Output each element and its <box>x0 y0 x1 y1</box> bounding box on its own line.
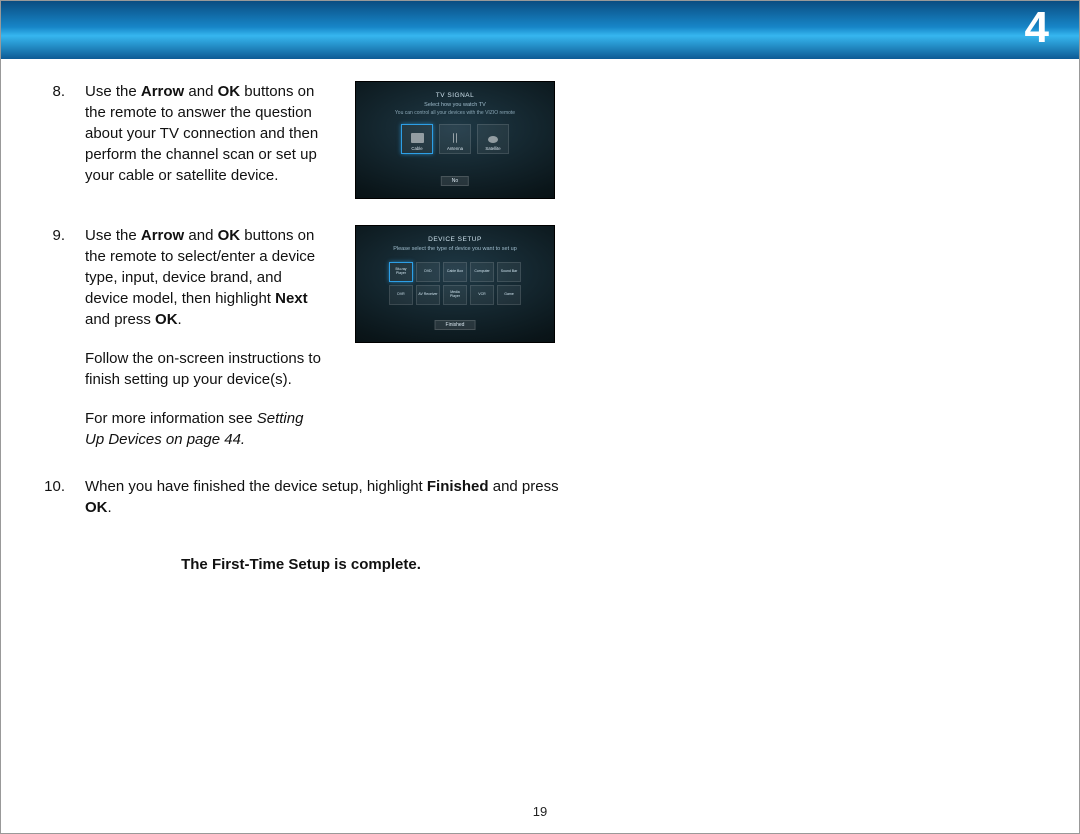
step-number: 9. <box>41 225 65 246</box>
device-option: DVR <box>389 285 413 305</box>
tv-signal-title: TV SIGNAL <box>356 92 554 99</box>
device-setup-screenshot: DEVICE SETUP Please select the type of d… <box>355 225 555 343</box>
device-setup-subtitle: Please select the type of device you wan… <box>356 246 554 252</box>
device-setup-title: DEVICE SETUP <box>356 236 554 243</box>
device-option: DVD <box>416 262 440 282</box>
completion-message: The First-Time Setup is complete. <box>41 556 561 573</box>
tv-signal-option-cable: Cable <box>401 124 433 154</box>
device-option: Sound Bar <box>497 262 521 282</box>
page-number: 19 <box>1 804 1079 819</box>
tv-signal-option-satellite: Satellite <box>477 124 509 154</box>
step-8-text: Use the Arrow and OK buttons on the remo… <box>85 81 325 186</box>
tv-signal-no-button: No <box>441 176 469 186</box>
device-option: Cable Box <box>443 262 467 282</box>
step-number: 8. <box>41 81 65 102</box>
device-option: Game <box>497 285 521 305</box>
device-option: VCR <box>470 285 494 305</box>
step-9-p3: For more information see Setting Up Devi… <box>85 408 325 450</box>
tv-signal-subtitle: Select how you watch TV <box>356 102 554 108</box>
chapter-banner: 4 <box>1 1 1079 59</box>
step-number: 10. <box>41 476 65 497</box>
manual-page: 4 8. Use the Arrow and OK buttons on the… <box>0 0 1080 834</box>
step-9-p2: Follow the on-screen instructions to fin… <box>85 348 325 390</box>
device-option: Computer <box>470 262 494 282</box>
step-9: 9. Use the Arrow and OK buttons on the r… <box>41 225 1039 450</box>
step-8: 8. Use the Arrow and OK buttons on the r… <box>41 81 1039 199</box>
page-content: 8. Use the Arrow and OK buttons on the r… <box>41 81 1039 573</box>
tv-signal-option-antenna: Antenna <box>439 124 471 154</box>
step-10-text: When you have finished the device setup,… <box>85 476 585 518</box>
device-option: AV Receiver <box>416 285 440 305</box>
tv-signal-screenshot: TV SIGNAL Select how you watch TV You ca… <box>355 81 555 199</box>
device-setup-finished-button: Finished <box>435 320 476 330</box>
step-9-p1: Use the Arrow and OK buttons on the remo… <box>85 225 325 330</box>
chapter-number: 4 <box>1025 3 1049 53</box>
device-option: Media Player <box>443 285 467 305</box>
step-10: 10. When you have finished the device se… <box>41 476 1039 518</box>
device-option: Blu-ray Player <box>389 262 413 282</box>
tv-signal-caption: You can control all your devices with th… <box>356 110 554 116</box>
